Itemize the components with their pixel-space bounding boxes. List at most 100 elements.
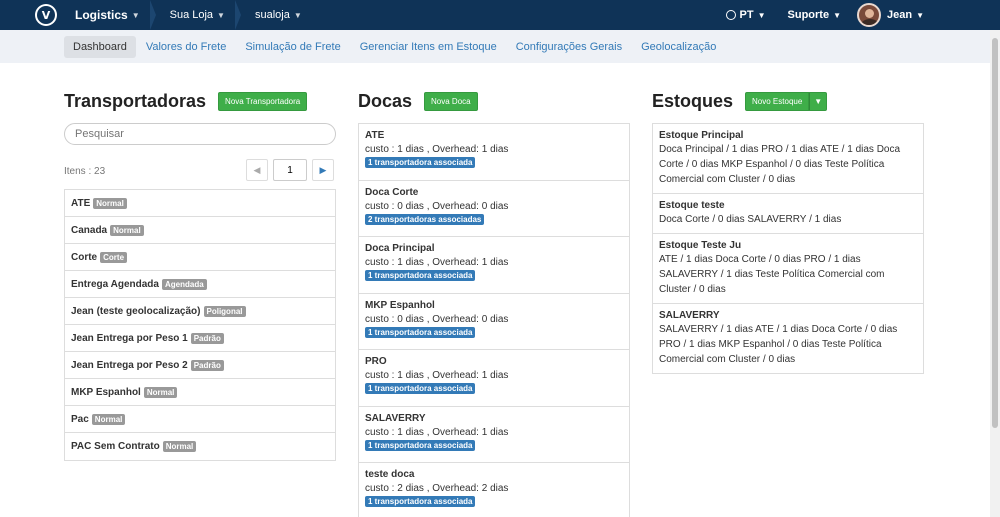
dock-cost: custo : 1 dias , Overhead: 1 dias (365, 257, 509, 268)
tab-valores-do-frete[interactable]: Valores do Frete (137, 36, 236, 58)
breadcrumb-account[interactable]: sualoja ▼ (237, 0, 314, 30)
tab-geolocalizacao[interactable]: Geolocalização (632, 36, 725, 58)
dock-cost: custo : 1 dias , Overhead: 1 dias (365, 370, 509, 381)
scrollbar-thumb[interactable] (992, 38, 998, 428)
stock-name: Estoque Teste Ju (659, 240, 742, 251)
chevron-down-icon: ▼ (833, 10, 841, 20)
carrier-type-badge: Padrão (190, 332, 224, 344)
carrier-row[interactable]: Jean (teste geolocalização) Poligonal (65, 298, 335, 325)
breadcrumb-label: sualoja (254, 9, 290, 21)
stock-name: Estoque Principal (659, 130, 744, 141)
dock-name: Doca Corte (365, 186, 419, 198)
carrier-type-badge: Normal (110, 224, 144, 236)
carrier-name: Jean Entrega por Peso 1 (71, 332, 188, 344)
dock-row[interactable]: MKP Espanhol custo : 0 dias , Overhead: 0… (359, 294, 629, 350)
carriers-list: ATE Normal Canada Normal Corte Corte Entrega A… (64, 189, 336, 461)
breadcrumb-label: Logistics (75, 8, 128, 22)
carrier-row[interactable]: Entrega Agendada Agendada (65, 271, 335, 298)
dock-name: Doca Principal (365, 243, 435, 254)
carrier-name: Entrega Agendada (71, 278, 159, 290)
next-page-button[interactable]: ▶ (312, 159, 334, 181)
dock-row[interactable]: teste doca custo : 2 dias , Overhead: 2 d… (359, 463, 629, 517)
dock-row[interactable]: SALAVERRY custo : 1 dias , Overhead: 1 di… (359, 407, 629, 463)
support-menu[interactable]: Suporte ▼ (788, 9, 841, 21)
dock-cost: custo : 2 dias , Overhead: 2 dias (365, 483, 509, 494)
dock-cost: custo : 0 dias , Overhead: 0 dias (365, 313, 509, 325)
carrier-name: ATE (71, 197, 91, 209)
items-count: Itens : 23 (64, 166, 106, 177)
carrier-name: Jean (teste geolocalização) (71, 305, 201, 317)
stock-description: ATE / 1 dias Doca Corte / 0 dias PRO / 1… (659, 254, 885, 295)
chevron-down-icon: ▼ (757, 10, 766, 20)
dock-carriers-badge: 1 transportadora associada (365, 496, 476, 507)
dock-row[interactable]: Doca Principal custo : 1 dias , Overhead:… (359, 237, 629, 294)
carrier-search-input[interactable] (64, 123, 336, 145)
stock-row[interactable]: Estoque Principal Doca Principal / 1 dias… (653, 124, 923, 194)
dock-carriers-badge: 1 transportadora associada (365, 383, 476, 394)
stock-name: SALAVERRY (659, 310, 720, 321)
dock-name: ATE (365, 130, 385, 141)
carriers-header: Transportadoras Nova Transportadora (64, 90, 308, 112)
stock-name: Estoque teste (659, 200, 725, 211)
caret-down-icon[interactable]: ▼ (809, 91, 828, 111)
prev-page-button[interactable]: ◀ (246, 159, 268, 181)
carrier-type-badge: Corte (100, 251, 128, 263)
carrier-name: Pac (71, 413, 89, 425)
dock-cost: custo : 0 dias , Overhead: 0 dias (365, 200, 509, 212)
pagination: ◀ ▶ (246, 159, 334, 181)
carrier-row[interactable]: MKP Espanhol Normal (65, 379, 335, 406)
app-logo[interactable]: V (35, 4, 57, 26)
breadcrumb-store[interactable]: Sua Loja ▼ (152, 0, 242, 30)
tab-simulacao-de-frete[interactable]: Simulação de Frete (236, 36, 349, 58)
stock-description: Doca Principal / 1 dias PRO / 1 dias ATE… (659, 144, 901, 185)
language-selector[interactable]: PT ▼ (725, 9, 766, 21)
carrier-name: Canada (71, 224, 108, 236)
page-number-input[interactable] (273, 159, 307, 181)
tab-dashboard[interactable]: Dashboard (64, 35, 136, 58)
dock-carriers-badge: 1 transportadora associada (365, 270, 476, 281)
stock-description: Doca Corte / 0 dias SALAVERRY / 1 dias (659, 214, 842, 225)
page-scrollbar[interactable] (990, 30, 1000, 517)
dock-row[interactable]: Doca Corte custo : 0 dias , Overhead: 0 d… (359, 181, 629, 237)
carrier-type-badge: Poligonal (203, 305, 246, 317)
dock-name: teste doca (365, 469, 415, 480)
tab-configuracoes-gerais[interactable]: Configurações Gerais (507, 36, 631, 58)
dock-name: MKP Espanhol (365, 299, 435, 311)
carrier-name: PAC Sem Contrato (71, 441, 160, 452)
stock-row[interactable]: SALAVERRY SALAVERRY / 1 dias ATE / 1 dias… (653, 304, 923, 373)
carrier-row[interactable]: Corte Corte (65, 244, 335, 271)
dock-name: SALAVERRY (365, 412, 426, 424)
dock-carriers-badge: 1 transportadora associada (365, 439, 476, 451)
carrier-row[interactable]: Canada Normal (65, 217, 335, 244)
user-menu[interactable]: Jean ▼ (857, 3, 924, 27)
chevron-down-icon: ▼ (916, 10, 924, 20)
dock-row[interactable]: ATE custo : 1 dias , Overhead: 1 dias 1 tr… (359, 124, 629, 181)
stocks-title: Estoques (652, 90, 734, 111)
new-dock-button[interactable]: Nova Doca (424, 91, 478, 111)
chevron-down-icon: ▼ (293, 10, 302, 20)
stocks-header: Estoques Novo Estoque ▼ (652, 90, 828, 112)
new-stock-button[interactable]: Novo Estoque (745, 91, 810, 111)
stock-row[interactable]: Estoque teste Doca Corte / 0 dias SALAVER… (653, 194, 923, 234)
carrier-type-badge: Agendada (161, 278, 207, 290)
dock-cost: custo : 1 dias , Overhead: 1 dias (365, 144, 509, 155)
chevron-down-icon: ▼ (131, 10, 140, 20)
docks-title: Docas (358, 90, 413, 111)
carrier-row[interactable]: ATE Normal (65, 190, 335, 217)
carrier-row[interactable]: PAC Sem Contrato Normal (65, 433, 335, 460)
carrier-type-badge: Padrão (190, 359, 224, 371)
carrier-name: MKP Espanhol (71, 386, 141, 398)
dock-row[interactable]: PRO custo : 1 dias , Overhead: 1 dias 1 tr… (359, 350, 629, 407)
carrier-row[interactable]: Jean Entrega por Peso 1 Padrão (65, 325, 335, 352)
new-carrier-button[interactable]: Nova Transportadora (218, 91, 308, 111)
carrier-row[interactable]: Jean Entrega por Peso 2 Padrão (65, 352, 335, 379)
avatar (857, 3, 881, 27)
tab-gerenciar-itens[interactable]: Gerenciar Itens em Estoque (351, 36, 506, 58)
breadcrumb-logistics[interactable]: Logistics ▼ (69, 0, 156, 30)
carrier-type-badge: Normal (91, 413, 126, 425)
docks-header: Docas Nova Doca (358, 90, 478, 112)
stock-row[interactable]: Estoque Teste Ju ATE / 1 dias Doca Corte … (653, 234, 923, 304)
carrier-row[interactable]: Pac Normal (65, 406, 335, 433)
breadcrumb-label: Sua Loja (169, 9, 214, 21)
stock-description: SALAVERRY / 1 dias ATE / 1 dias Doca Cor… (659, 324, 898, 365)
